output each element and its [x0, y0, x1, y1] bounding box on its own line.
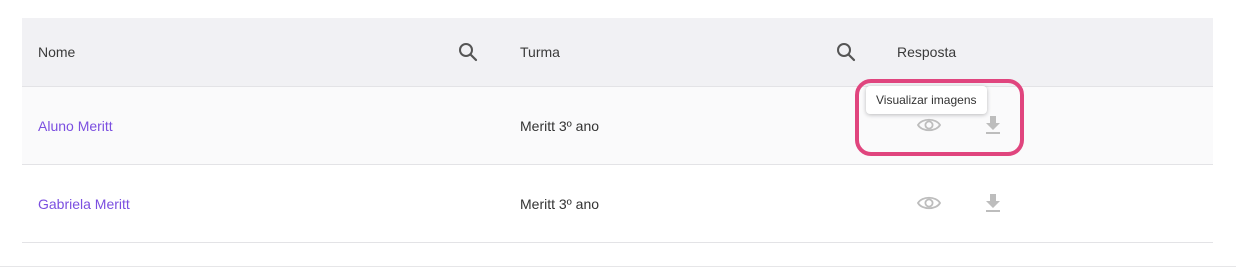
student-responses-page: Nome Turma Resposta Aluno Meritt Meritt … [0, 0, 1236, 269]
eye-icon[interactable] [916, 194, 942, 217]
student-link[interactable]: Aluno Meritt [38, 118, 113, 134]
turma-cell: Meritt 3º ano [520, 195, 600, 212]
header-resposta: Resposta [897, 44, 957, 60]
tooltip-text: Visualizar imagens [876, 93, 977, 107]
search-name-icon[interactable] [458, 42, 478, 62]
tooltip: Visualizar imagens [866, 86, 987, 114]
table-row: Aluno Meritt Meritt 3º ano [22, 87, 1213, 165]
responses-table: Nome Turma Resposta Aluno Meritt Meritt … [22, 18, 1213, 243]
download-icon[interactable] [984, 193, 1002, 218]
table-row: Gabriela Meritt Meritt 3º ano [22, 165, 1213, 243]
divider [0, 266, 1236, 267]
table-header: Nome Turma Resposta [22, 18, 1213, 87]
turma-cell: Meritt 3º ano [520, 117, 600, 134]
search-turma-icon[interactable] [836, 42, 856, 62]
student-link[interactable]: Gabriela Meritt [38, 196, 130, 212]
header-name: Nome [38, 44, 76, 60]
header-turma: Turma [520, 44, 560, 60]
